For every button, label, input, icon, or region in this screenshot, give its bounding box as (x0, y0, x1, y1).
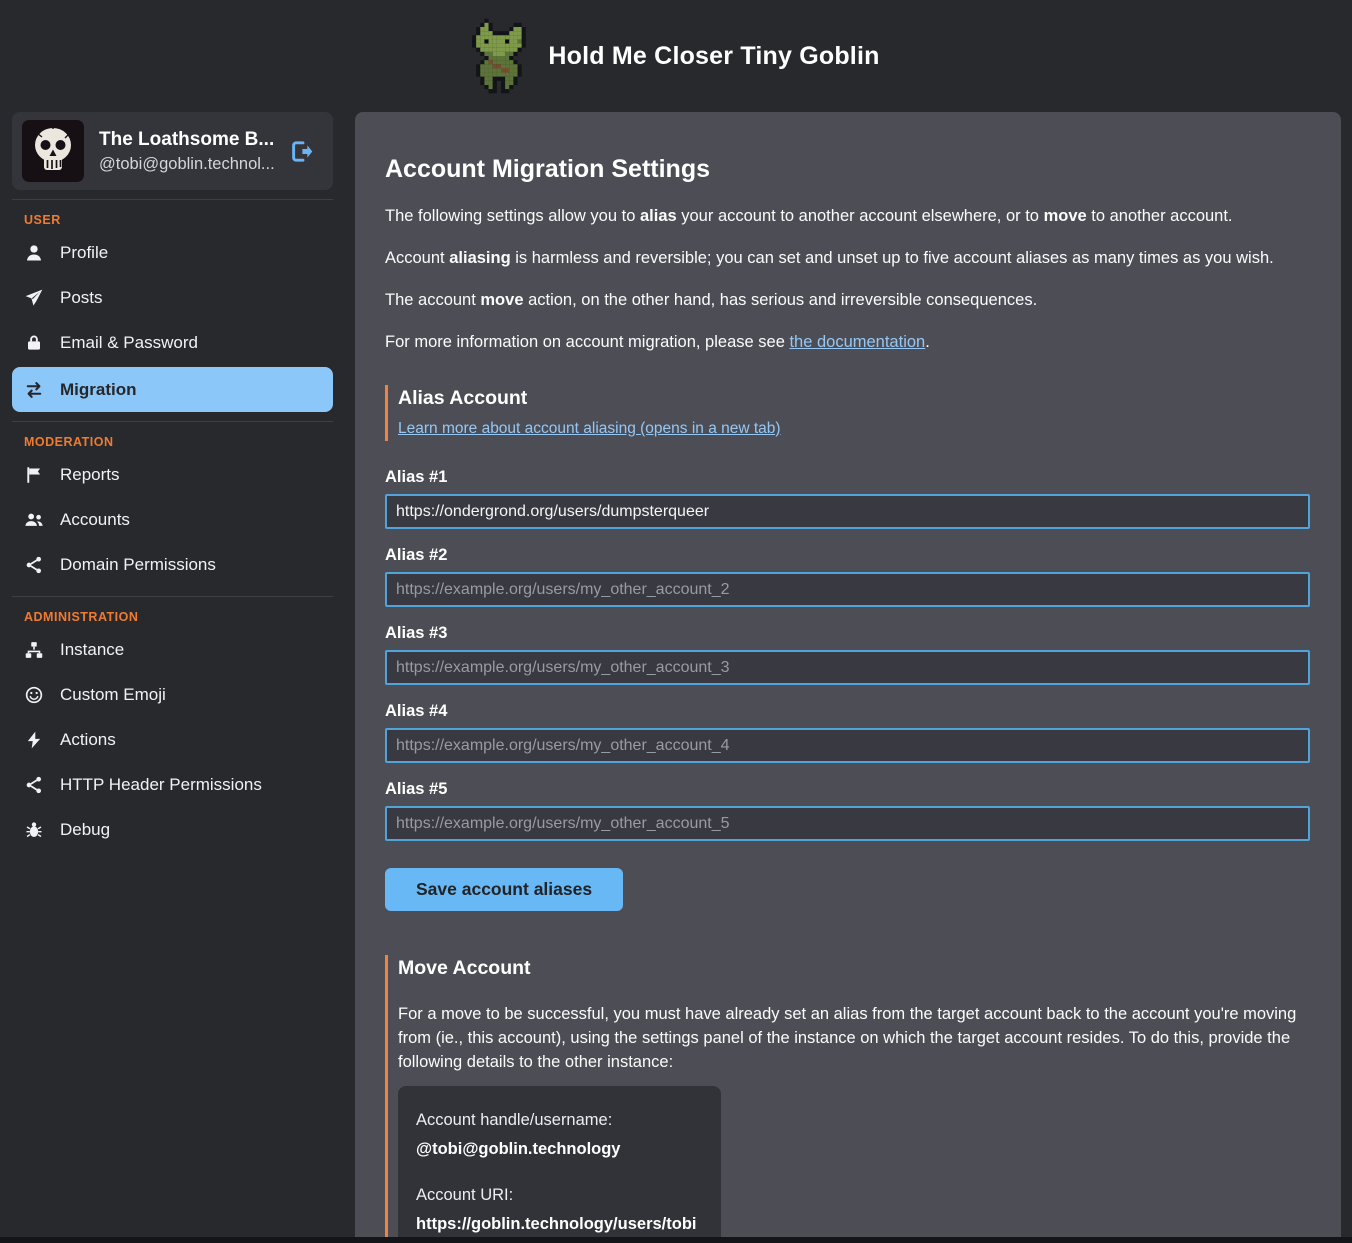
sidebar-item-label: Migration (60, 380, 137, 400)
alias-learn-more-link[interactable]: Learn more about account aliasing (opens… (398, 420, 781, 438)
share-nodes-icon (24, 775, 44, 795)
sidebar-section-moderation: MODERATION (24, 435, 321, 449)
alias-account-heading: Alias Account (398, 387, 1310, 410)
sidebar-item-label: Domain Permissions (60, 555, 216, 575)
account-uri-label: Account URI: (416, 1186, 703, 1205)
sidebar-item-label: Accounts (60, 510, 130, 530)
sidebar-item-email-password[interactable]: Email & Password (12, 320, 333, 365)
alias-form: Alias #1 Alias #2 Alias #3 Alias #4 Alia… (385, 468, 1310, 911)
sidebar-item-profile[interactable]: Profile (12, 230, 333, 275)
account-details-box: Account handle/username: @tobi@goblin.te… (398, 1086, 721, 1243)
alias-2-label: Alias #2 (385, 546, 1310, 565)
intro-paragraph: The following settings allow you to alia… (385, 207, 1310, 226)
sidebar: The Loathsome B... @tobi@goblin.technol.… (12, 112, 333, 852)
sign-out-icon[interactable] (288, 138, 315, 165)
save-aliases-button[interactable]: Save account aliases (385, 868, 623, 911)
bug-icon (24, 820, 44, 840)
sidebar-item-label: HTTP Header Permissions (60, 775, 262, 795)
flag-icon (24, 465, 44, 485)
sidebar-item-label: Posts (60, 288, 103, 308)
smiley-icon (24, 685, 44, 705)
sidebar-item-migration[interactable]: Migration (12, 367, 333, 412)
alias-5-input[interactable] (385, 806, 1310, 841)
intro-paragraph: The account move action, on the other ha… (385, 291, 1310, 310)
user-meta: The Loathsome B... @tobi@goblin.technol.… (99, 129, 275, 174)
alias-4-input[interactable] (385, 728, 1310, 763)
user-display-name: The Loathsome B... (99, 129, 275, 151)
sidebar-item-label: Instance (60, 640, 124, 660)
sidebar-item-actions[interactable]: Actions (12, 717, 333, 762)
page-title: Account Migration Settings (385, 155, 1310, 184)
goblin-pixel-icon (472, 18, 530, 94)
move-description: For a move to be successful, you must ha… (398, 1003, 1310, 1074)
user-handle: @tobi@goblin.technol... (99, 155, 275, 174)
sidebar-item-label: Actions (60, 730, 116, 750)
sitemap-icon (24, 640, 44, 660)
divider (12, 596, 333, 597)
alias-3-label: Alias #3 (385, 624, 1310, 643)
sidebar-item-http-header-permissions[interactable]: HTTP Header Permissions (12, 762, 333, 807)
divider (12, 199, 333, 200)
sidebar-item-posts[interactable]: Posts (12, 275, 333, 320)
intro-paragraph: For more information on account migratio… (385, 333, 1310, 352)
alias-account-section: Alias Account Learn more about account a… (385, 385, 1310, 441)
alias-1-input[interactable] (385, 494, 1310, 529)
sidebar-item-instance[interactable]: Instance (12, 627, 333, 672)
sidebar-item-reports[interactable]: Reports (12, 452, 333, 497)
alias-1-label: Alias #1 (385, 468, 1310, 487)
user-icon (24, 243, 44, 263)
intro-paragraph: Account aliasing is harmless and reversi… (385, 249, 1310, 268)
skull-avatar (22, 120, 84, 182)
documentation-link[interactable]: the documentation (789, 333, 925, 351)
sidebar-item-debug[interactable]: Debug (12, 807, 333, 852)
alias-2-input[interactable] (385, 572, 1310, 607)
sidebar-section-administration: ADMINISTRATION (24, 610, 321, 624)
share-nodes-icon (24, 555, 44, 575)
alias-3-input[interactable] (385, 650, 1310, 685)
main-panel: Account Migration Settings The following… (355, 112, 1341, 1243)
sidebar-item-label: Reports (60, 465, 120, 485)
account-uri-value: https://goblin.technology/users/tobi (416, 1215, 703, 1234)
sidebar-item-custom-emoji[interactable]: Custom Emoji (12, 672, 333, 717)
sidebar-item-label: Email & Password (60, 333, 198, 353)
app-title: Hold Me Closer Tiny Goblin (548, 42, 879, 71)
alias-4-label: Alias #4 (385, 702, 1310, 721)
viewport-bottom-edge (0, 1237, 1352, 1243)
lock-icon (24, 333, 44, 353)
app-header: Hold Me Closer Tiny Goblin (0, 0, 1352, 112)
sidebar-section-user: USER (24, 213, 321, 227)
divider (12, 421, 333, 422)
user-card[interactable]: The Loathsome B... @tobi@goblin.technol.… (12, 112, 333, 190)
sidebar-item-label: Profile (60, 243, 108, 263)
account-handle-value: @tobi@goblin.technology (416, 1140, 703, 1159)
alias-5-label: Alias #5 (385, 780, 1310, 799)
transfer-arrows-icon (24, 380, 44, 400)
sidebar-item-domain-permissions[interactable]: Domain Permissions (12, 542, 333, 587)
sidebar-item-label: Debug (60, 820, 110, 840)
account-handle-label: Account handle/username: (416, 1111, 703, 1130)
users-icon (24, 510, 44, 530)
bolt-icon (24, 730, 44, 750)
paper-plane-icon (24, 288, 44, 308)
sidebar-item-label: Custom Emoji (60, 685, 166, 705)
sidebar-item-accounts[interactable]: Accounts (12, 497, 333, 542)
move-account-section: Move Account For a move to be successful… (385, 955, 1310, 1243)
move-account-heading: Move Account (398, 957, 1310, 980)
